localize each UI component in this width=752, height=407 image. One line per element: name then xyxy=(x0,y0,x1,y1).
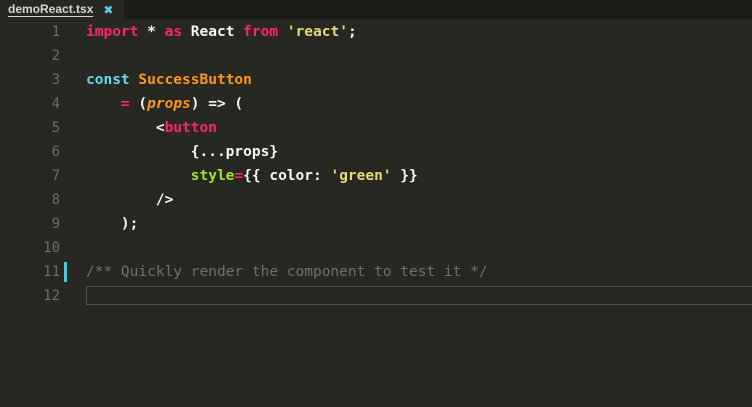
line-content[interactable]: import * as React from 'react'; xyxy=(86,20,357,44)
active-line-highlight[interactable] xyxy=(86,286,752,305)
code-area[interactable]: 1 import * as React from 'react'; 2 3 co… xyxy=(0,20,752,308)
identifier-react: React xyxy=(182,24,244,40)
code-text: * xyxy=(138,24,165,40)
line-content[interactable]: ); xyxy=(86,212,138,236)
code-text: ) => ( xyxy=(190,96,244,112)
tab-bar: demoReact.tsx ✖ xyxy=(0,0,752,19)
tab-demoreact[interactable]: demoReact.tsx ✖ xyxy=(0,0,124,19)
code-line-active[interactable]: 12 xyxy=(0,284,752,308)
line-number: 5 xyxy=(51,120,60,136)
close-icon[interactable]: ✖ xyxy=(103,4,113,16)
code-line[interactable]: 5 <button xyxy=(0,116,752,140)
code-line[interactable]: 10 xyxy=(0,236,752,260)
code-line[interactable]: 8 /> xyxy=(0,188,752,212)
line-number: 2 xyxy=(51,48,60,64)
code-text: ); xyxy=(86,216,139,232)
code-text: }} xyxy=(391,168,418,184)
line-content[interactable]: style={{ color: 'green' }} xyxy=(86,164,418,188)
line-number: 8 xyxy=(51,192,60,208)
string-literal: 'react' xyxy=(286,24,348,40)
line-number: 6 xyxy=(51,144,60,160)
operator-equals: = xyxy=(120,96,130,112)
code-text: ; xyxy=(347,24,357,40)
parameter-props: props xyxy=(147,96,191,112)
keyword-const: const xyxy=(86,72,130,88)
code-text: /> xyxy=(86,192,174,208)
line-number: 9 xyxy=(51,216,60,232)
line-number: 1 xyxy=(51,24,60,40)
code-text: {{ color: xyxy=(243,168,331,184)
string-literal: 'green' xyxy=(330,168,392,184)
modified-line-marker xyxy=(64,262,67,282)
line-content[interactable]: /> xyxy=(86,188,173,212)
keyword-as: as xyxy=(164,24,183,40)
code-comment: /** Quickly render the component to test… xyxy=(86,264,488,280)
code-line[interactable]: 11 /** Quickly render the component to t… xyxy=(0,260,752,284)
code-line[interactable]: 7 style={{ color: 'green' }} xyxy=(0,164,752,188)
jsx-tag-button: button xyxy=(164,120,217,136)
keyword-from: from xyxy=(243,24,279,40)
line-number: 3 xyxy=(51,72,60,88)
code-line[interactable]: 1 import * as React from 'react'; xyxy=(0,20,752,44)
identifier-successbutton: SuccessButton xyxy=(138,72,252,88)
code-line[interactable]: 4 = (props) => ( xyxy=(0,92,752,116)
line-number: 7 xyxy=(51,168,60,184)
code-line[interactable]: 2 xyxy=(0,44,752,68)
line-number: 11 xyxy=(43,264,60,280)
code-line[interactable]: 9 ); xyxy=(0,212,752,236)
line-number: 4 xyxy=(51,96,60,112)
line-number: 12 xyxy=(43,288,60,304)
line-content[interactable]: <button xyxy=(86,116,217,140)
code-line[interactable]: 3 const SuccessButton xyxy=(0,68,752,92)
code-text: < xyxy=(86,120,165,136)
operator-equals: = xyxy=(234,168,244,184)
line-content[interactable]: = (props) => ( xyxy=(86,92,243,116)
line-content[interactable]: {...props} xyxy=(86,140,278,164)
tab-title[interactable]: demoReact.tsx xyxy=(8,2,94,17)
line-content[interactable]: /** Quickly render the component to test… xyxy=(86,260,488,284)
line-number: 10 xyxy=(43,240,60,256)
jsx-attribute-style: style xyxy=(190,168,235,184)
line-content[interactable]: const SuccessButton xyxy=(86,68,252,92)
code-text: ( xyxy=(129,96,148,112)
keyword-import: import xyxy=(86,24,139,40)
code-editor[interactable]: demoReact.tsx ✖ 1 import * as React from… xyxy=(0,0,752,407)
code-line[interactable]: 6 {...props} xyxy=(0,140,752,164)
code-text: {...props} xyxy=(86,144,279,160)
